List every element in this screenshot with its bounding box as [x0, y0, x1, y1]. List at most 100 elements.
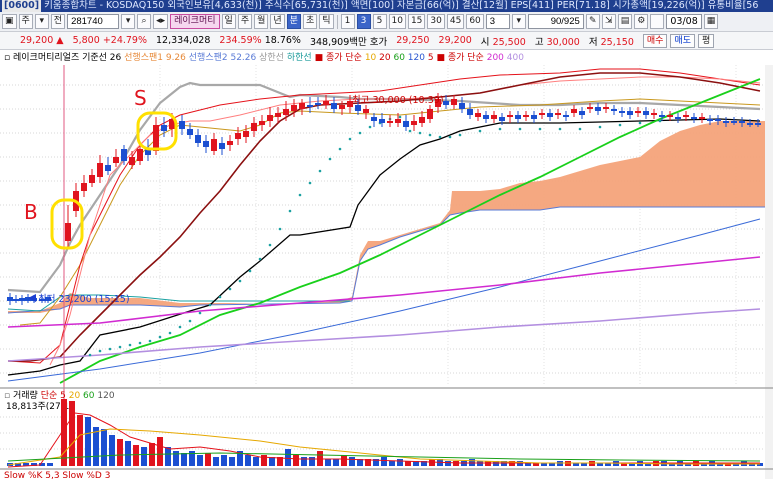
volume-bar: [181, 453, 187, 466]
volume-bar: [77, 415, 83, 466]
volume-bar: [221, 455, 227, 466]
interval-45-button[interactable]: 45: [446, 14, 465, 29]
candle-body: [275, 113, 281, 117]
candle-body: [603, 107, 609, 109]
legend-ma-title[interactable]: 종가 단순: [326, 53, 362, 63]
toolbar-divider: [336, 14, 338, 29]
period-month-button[interactable]: 월: [254, 14, 269, 29]
volume-bar: [389, 461, 395, 466]
psar-dot: [348, 137, 352, 141]
current-price: 29,200 ▲: [20, 35, 64, 46]
psar-dot: [578, 127, 582, 131]
legend-ma2-400[interactable]: 400: [507, 53, 524, 63]
date-field[interactable]: 03/08: [666, 14, 702, 29]
data-count-input[interactable]: [527, 14, 584, 29]
legend-ma2-200[interactable]: 200: [487, 53, 504, 63]
candle-body: [547, 113, 553, 117]
legend-baseline[interactable]: 기준선 26: [82, 53, 121, 63]
dropdown-icon[interactable]: ▾: [511, 14, 526, 29]
price-chart[interactable]: 최고 30,000 (10:39) 최저 23,200 (15:15) B S …: [0, 65, 773, 479]
legend-upper[interactable]: 상한선: [259, 53, 284, 63]
psar-dot: [128, 343, 132, 347]
price-change: 5,800 +24.79%: [72, 35, 147, 46]
interval-3-button[interactable]: 3: [356, 14, 371, 29]
interval-30-button[interactable]: 30: [427, 14, 445, 29]
period-week-button[interactable]: 주: [237, 14, 253, 29]
legend-ma-120[interactable]: 120: [408, 53, 425, 63]
interval-select[interactable]: [485, 14, 510, 29]
volume-bar: [69, 401, 75, 466]
calendar-icon[interactable]: ▦: [703, 14, 719, 29]
psar-dot: [238, 279, 242, 283]
legend-span2[interactable]: 선행스팬2 52.26: [189, 53, 256, 63]
legend-ma-10[interactable]: 10: [365, 53, 376, 63]
candle-body: [19, 298, 25, 301]
volume-bar: [205, 453, 211, 466]
sound-icon[interactable]: ◂▸: [153, 14, 169, 29]
legend-ma-5[interactable]: 5: [428, 53, 434, 63]
drawing-tools-icon[interactable]: ✎: [585, 14, 600, 29]
candle-body: [715, 119, 721, 121]
volume-bar: [47, 463, 53, 466]
candle-body: [195, 135, 201, 143]
period-year-button[interactable]: 년: [270, 14, 285, 29]
stock-code-input[interactable]: [67, 14, 120, 29]
interval-60-button[interactable]: 60: [466, 14, 484, 29]
legend-lower[interactable]: 하한선: [287, 53, 312, 63]
dropdown-icon[interactable]: ▾: [34, 14, 49, 29]
volume-bar: [101, 429, 107, 466]
legend-ma2-title[interactable]: 종가 단순: [448, 53, 484, 63]
volume-legend: ▫ 거래량 단순 5 20 60 120: [4, 389, 115, 401]
candle-body: [283, 109, 289, 115]
psar-dot: [618, 123, 622, 127]
prev-stock-button[interactable]: 전: [50, 14, 66, 29]
candle-body: [105, 165, 111, 171]
window-titlebar: [0600] 키움종합차트 - KOSDAQ150 외국인보유[4,633(천)]…: [0, 0, 773, 12]
period-minute-button[interactable]: 분: [286, 14, 301, 29]
psar-dot: [498, 127, 502, 131]
candle-body: [739, 121, 745, 123]
candle-body: [443, 101, 449, 105]
sell-button[interactable]: 매도: [670, 33, 696, 48]
interval-15-button[interactable]: 15: [407, 14, 426, 29]
interval-10-button[interactable]: 10: [388, 14, 406, 29]
candle-body: [643, 111, 649, 115]
candle-body: [683, 115, 689, 117]
psar-dot: [418, 131, 422, 135]
dropdown-icon[interactable]: ▾: [121, 14, 136, 29]
stock-name-button[interactable]: 레이크머티: [170, 14, 220, 29]
interval-1-button[interactable]: 1: [340, 14, 355, 29]
date-checkbox[interactable]: [650, 14, 665, 29]
psar-dot: [428, 133, 432, 137]
scale-icon[interactable]: ⇲: [601, 14, 616, 29]
candle-body: [731, 121, 737, 123]
legend-stock-name[interactable]: 레이크머티리얼즈: [13, 53, 79, 63]
gear-icon[interactable]: ⚙: [634, 14, 649, 29]
legend-ma-20[interactable]: 20: [379, 53, 390, 63]
legend-ma-60[interactable]: 60: [393, 53, 404, 63]
market-select[interactable]: 주: [18, 14, 33, 29]
buy-button[interactable]: 매수: [642, 33, 668, 48]
psar-dot: [248, 269, 252, 273]
psar-dot: [158, 335, 162, 339]
eval-button[interactable]: 평: [698, 33, 715, 48]
candle-body: [291, 105, 297, 111]
candle-body: [137, 149, 143, 161]
layout-icon[interactable]: ▣: [2, 14, 17, 29]
save-icon[interactable]: ▤: [617, 14, 633, 29]
candle-body: [187, 129, 193, 135]
volume-bar: [445, 461, 451, 466]
search-icon[interactable]: ⌕: [137, 14, 152, 29]
period-tick-button[interactable]: 틱: [319, 14, 334, 29]
legend-ma-icon: ■: [314, 53, 324, 63]
ask-bid: 29,250 29,200: [396, 35, 472, 46]
interval-5-button[interactable]: 5: [372, 14, 387, 29]
candle-body: [611, 109, 617, 111]
psar-dot: [658, 119, 662, 123]
period-day-button[interactable]: 일: [221, 14, 236, 29]
period-second-button[interactable]: 초: [302, 14, 318, 29]
legend-span1[interactable]: 선행스팬1 9.26: [124, 53, 186, 63]
candle-body: [13, 299, 19, 301]
s-marker: S: [134, 86, 147, 110]
psar-dots: [88, 115, 662, 357]
